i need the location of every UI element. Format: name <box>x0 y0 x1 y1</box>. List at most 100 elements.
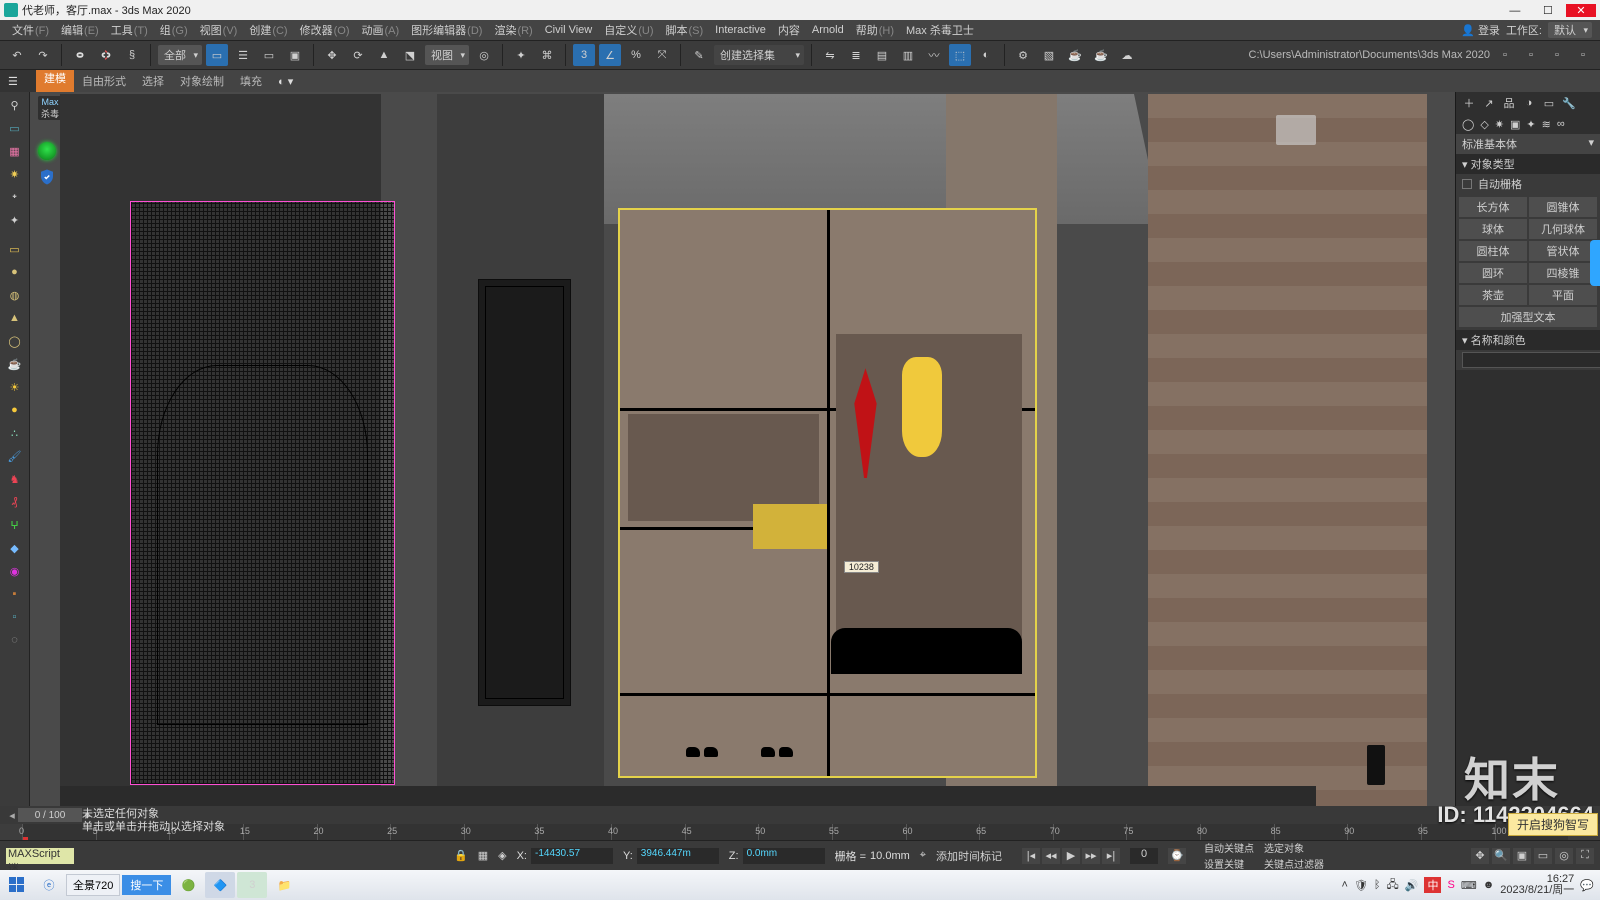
tray-vol-icon[interactable]: 🔊 <box>1405 879 1419 892</box>
render-cloud-button[interactable]: ☁ <box>1116 44 1138 66</box>
misc-5-icon[interactable]: ◌ <box>6 631 24 649</box>
cat-cameras-icon[interactable]: ▣ <box>1510 118 1520 131</box>
menu-scripting[interactable]: 脚本(S) <box>660 20 710 40</box>
safe-render-icon[interactable]: ▦ <box>6 142 24 160</box>
goto-start-button[interactable]: |◂ <box>1022 848 1040 864</box>
menu-interactive[interactable]: Interactive <box>709 22 772 38</box>
misc-1-icon[interactable]: ◆ <box>6 539 24 557</box>
play-button[interactable]: ▶ <box>1062 848 1080 864</box>
panel-tab-hierarchy[interactable]: 品 <box>1502 96 1516 110</box>
cat-spacewarps-icon[interactable]: ≋ <box>1542 118 1551 131</box>
render-setup-button[interactable]: ⚙ <box>1012 44 1034 66</box>
torus-icon[interactable]: ◯ <box>6 332 24 350</box>
cat-lights-icon[interactable]: ✷ <box>1495 118 1504 131</box>
misc-4-icon[interactable]: ▫ <box>6 608 24 626</box>
ribbon-tab-modeling[interactable]: 建模 <box>36 70 74 92</box>
cylinder-icon[interactable]: ◍ <box>6 286 24 304</box>
panel-tab-modify[interactable]: ↗ <box>1482 96 1496 110</box>
snap-toggle-3[interactable]: 3 <box>573 44 595 66</box>
nav-zoom-button[interactable]: 🔍 <box>1492 848 1510 864</box>
ime-tip-bubble[interactable]: 开启搜狗智写 <box>1508 813 1598 836</box>
menu-help[interactable]: 帮助(H) <box>850 20 900 40</box>
select-region-rect[interactable]: ▭ <box>258 44 280 66</box>
link-button[interactable] <box>69 44 91 66</box>
ref-coord-dropdown[interactable]: 视图▾ <box>425 45 469 65</box>
percent-snap-toggle[interactable]: % <box>625 44 647 66</box>
prim-cone[interactable]: 圆锥体 <box>1529 197 1597 217</box>
tray-shield-icon[interactable]: 🛡 <box>1354 879 1368 892</box>
misc-3-icon[interactable]: ▪ <box>6 585 24 603</box>
menu-customize[interactable]: 自定义(U) <box>598 20 659 40</box>
start-button[interactable] <box>2 872 32 898</box>
nav-orbit-button[interactable]: ◎ <box>1555 848 1573 864</box>
menu-animation[interactable]: 动画(A) <box>356 20 406 40</box>
key-filters-button[interactable]: 关键点过滤器 <box>1264 856 1324 871</box>
lock-selection-icon[interactable]: 🔒 <box>454 849 468 862</box>
prim-sphere[interactable]: 球体 <box>1459 219 1527 239</box>
omni-light-icon[interactable]: ● <box>6 401 24 419</box>
menu-max-av[interactable]: Max 杀毒卫士 <box>900 20 980 40</box>
tray-face-icon[interactable]: ☻ <box>1483 879 1495 891</box>
side-flyout-tab[interactable] <box>1590 240 1600 286</box>
create-subcategory[interactable]: 标准基本体▾ <box>1456 134 1600 154</box>
box-icon[interactable]: ▭ <box>6 240 24 258</box>
taskbar-search-label[interactable]: 全景720 <box>66 874 120 896</box>
menu-arnold[interactable]: Arnold <box>806 22 850 38</box>
misc-2-icon[interactable]: ◉ <box>6 562 24 580</box>
render-production-button[interactable]: ☕ <box>1064 44 1086 66</box>
prim-box[interactable]: 长方体 <box>1459 197 1527 217</box>
hierarchy-icon[interactable]: ᛭ <box>6 188 24 206</box>
viewport-scene[interactable]: 10238 <box>60 94 1455 806</box>
setkey-toggle[interactable]: 设置关键 <box>1204 856 1254 871</box>
viewport-overlay-shield-icon[interactable] <box>38 142 56 160</box>
window-minimize[interactable]: — <box>1500 5 1530 17</box>
teapot-icon[interactable]: ☕ <box>6 355 24 373</box>
manipulate-button[interactable]: ✦ <box>510 44 532 66</box>
time-config-button[interactable]: ⌚ <box>1168 848 1186 864</box>
scale-button[interactable]: ▲ <box>373 44 395 66</box>
next-frame-button[interactable]: ▸▸ <box>1082 848 1100 864</box>
named-selection-sets[interactable]: 创建选择集▾ <box>714 45 804 65</box>
rotate-button[interactable]: ⟳ <box>347 44 369 66</box>
ribbon-tab-selection[interactable]: 选择 <box>134 70 172 92</box>
hair-icon[interactable]: ₰ <box>6 493 24 511</box>
transform-z[interactable]: 0.0mm <box>743 848 825 864</box>
nav-fov-button[interactable]: ▭ <box>1534 848 1552 864</box>
edit-named-sel-button[interactable]: ✎ <box>688 44 710 66</box>
select-name-button[interactable]: ☰ <box>232 44 254 66</box>
track-bar[interactable]: 0510152025303540455055606570758085909510… <box>22 824 1568 840</box>
ribbon-collapse-icon[interactable]: ☰ <box>8 75 18 88</box>
panel-tab-motion[interactable]: ◑ <box>1522 96 1536 110</box>
panel-tab-utilities[interactable]: 🔧 <box>1562 96 1576 110</box>
cone-icon[interactable]: ▲ <box>6 309 24 327</box>
nav-maximize-button[interactable]: ⛶ <box>1576 848 1594 864</box>
layer-explorer-button[interactable]: ▤ <box>871 44 893 66</box>
panel-tab-display[interactable]: ▭ <box>1542 96 1556 110</box>
toggle-ribbon-button[interactable]: ▥ <box>897 44 919 66</box>
taskbar-ie-icon[interactable]: ⓔ <box>34 872 64 898</box>
material-editor-button[interactable]: ◐ <box>975 44 997 66</box>
biped-icon[interactable]: ♞ <box>6 470 24 488</box>
ribbon-toggle-icon[interactable]: ◐ ▾ <box>278 75 293 88</box>
camera-icon[interactable]: ✦ <box>6 211 24 229</box>
section-object-type[interactable]: ▾ 对象类型 <box>1456 154 1600 174</box>
tray-sogou-icon[interactable]: S <box>1447 879 1454 891</box>
menu-render[interactable]: 渲染(R) <box>488 20 538 40</box>
quick-access-4[interactable]: ▫ <box>1572 44 1594 66</box>
object-name-input[interactable] <box>1462 352 1600 368</box>
tray-notifications-icon[interactable]: 💬 <box>1580 879 1594 892</box>
viewport[interactable]: Max 杀毒 [+] [透视] [用户定义] [线框] <box>30 92 1455 806</box>
mirror-button[interactable]: ⇋ <box>819 44 841 66</box>
placement-button[interactable]: ⬔ <box>399 44 421 66</box>
paint-icon[interactable]: 🖌 <box>6 447 24 465</box>
menu-file[interactable]: 文件(F) <box>6 20 55 40</box>
rendered-frame-button[interactable]: ▧ <box>1038 44 1060 66</box>
prim-teapot[interactable]: 茶壶 <box>1459 285 1527 305</box>
cat-helpers-icon[interactable]: ✦ <box>1526 118 1535 131</box>
prim-geosphere[interactable]: 几何球体 <box>1529 219 1597 239</box>
prim-tube[interactable]: 管状体 <box>1529 241 1597 261</box>
time-prev[interactable]: ◂ <box>6 809 18 822</box>
menu-grapheditors[interactable]: 图形编辑器(D) <box>405 20 488 40</box>
menu-modifiers[interactable]: 修改器(O) <box>294 20 356 40</box>
login-button[interactable]: 👤 登录 <box>1461 22 1500 38</box>
